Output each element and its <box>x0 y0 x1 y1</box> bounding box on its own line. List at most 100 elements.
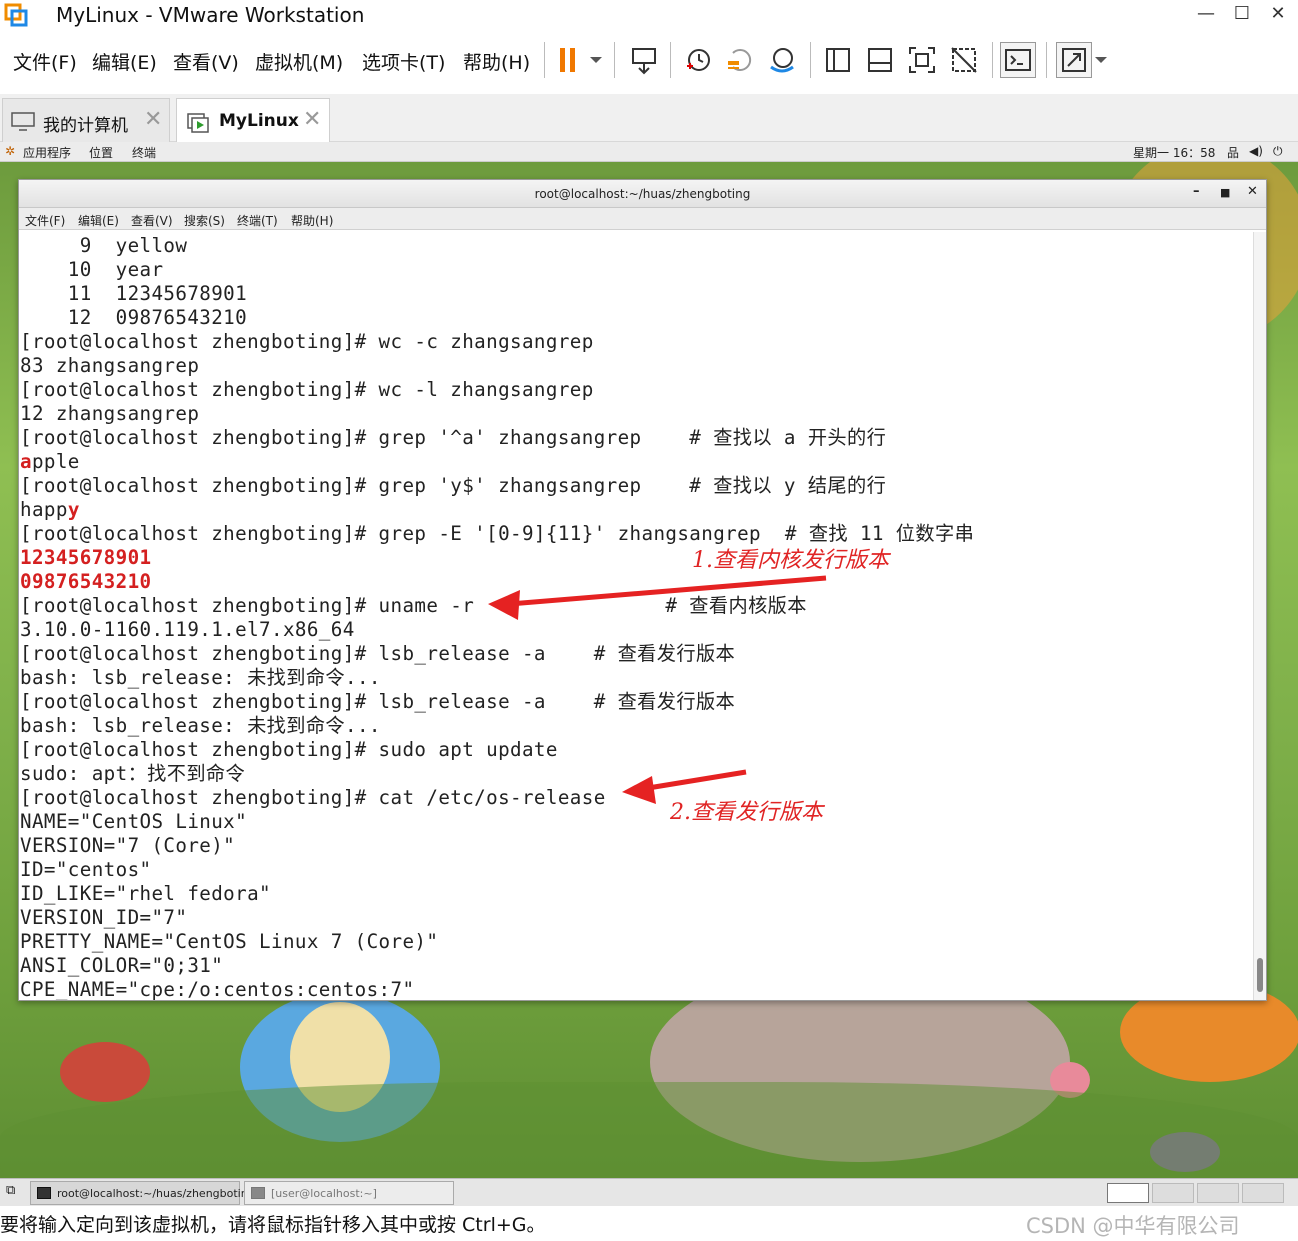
window-titlebar: MyLinux - VMware Workstation — ☐ ✕ <box>0 0 1298 30</box>
terminal-minimize-icon[interactable]: – <box>1193 184 1200 199</box>
minimize-button[interactable]: — <box>1188 0 1224 30</box>
guest-top-panel: ✲ 应用程序 位置 终端 星期一 16：58 品 ◀) ⏻ <box>0 142 1298 162</box>
snapshot-icon[interactable] <box>680 42 716 78</box>
panel-places[interactable]: 位置 <box>89 144 113 161</box>
vm-running-icon <box>187 113 209 133</box>
panel-terminal[interactable]: 终端 <box>132 144 156 161</box>
unity-icon[interactable] <box>946 42 982 78</box>
workspace-2[interactable] <box>1152 1183 1194 1203</box>
terminal-menu-terminal[interactable]: 终端(T) <box>237 212 278 229</box>
network-icon[interactable]: 品 <box>1227 144 1239 161</box>
full-screen-icon[interactable] <box>904 42 940 78</box>
terminal-menu-view[interactable]: 查看(V) <box>131 212 173 229</box>
terminal-line: [root@localhost zhengboting]# uname -r #… <box>20 594 807 617</box>
terminal-maximize-icon[interactable]: ■ <box>1220 186 1230 199</box>
workspace-4[interactable] <box>1242 1183 1284 1203</box>
taskbar-item-root-terminal[interactable]: root@localhost:~/huas/zhengboting <box>30 1181 255 1205</box>
revert-snapshot-icon[interactable] <box>722 42 758 78</box>
stretch-dropdown-chevron-icon[interactable] <box>1092 42 1110 78</box>
menu-vm[interactable]: 虚拟机(M) <box>255 48 343 75</box>
tab-close-icon[interactable]: ✕ <box>303 107 321 132</box>
terminal-line: bash: lsb_release: 未找到命令... <box>20 666 381 689</box>
guest-taskbar: ⧉ root@localhost:~/huas/zhengboting [use… <box>0 1178 1298 1206</box>
snapshot-manager-icon[interactable] <box>764 42 800 78</box>
menu-tabs[interactable]: 选项卡(T) <box>362 48 445 75</box>
pause-icon[interactable] <box>550 42 586 78</box>
console-view-icon[interactable] <box>1000 42 1036 78</box>
terminal-scrollbar[interactable] <box>1253 232 1266 1000</box>
panel-applications[interactable]: 应用程序 <box>23 144 71 161</box>
toolbar-separator <box>810 42 811 78</box>
gnome-foot-icon: ✲ <box>5 144 16 158</box>
terminal-title: root@localhost:~/huas/zhengboting <box>534 187 751 201</box>
scrollbar-thumb[interactable] <box>1257 958 1263 992</box>
terminal-line: NAME="CentOS Linux" <box>20 810 248 833</box>
tab-mylinux[interactable]: MyLinux ✕ <box>176 98 330 142</box>
terminal-line: 12 zhangsangrep <box>20 402 200 425</box>
power-icon[interactable]: ⏻ <box>1273 144 1283 159</box>
terminal-line: VERSION_ID="7" <box>20 906 188 929</box>
show-library-icon[interactable] <box>820 42 856 78</box>
menu-file[interactable]: 文件(F) <box>13 48 77 75</box>
terminal-menu-edit[interactable]: 编辑(E) <box>78 212 119 229</box>
terminal-window[interactable]: root@localhost:~/huas/zhengboting – ■ ✕ … <box>18 179 1267 1001</box>
panel-clock[interactable]: 星期一 16：58 <box>1133 144 1215 161</box>
terminal-titlebar[interactable]: root@localhost:~/huas/zhengboting – ■ ✕ <box>19 180 1266 208</box>
menu-toolbar: 文件(F) 编辑(E) 查看(V) 虚拟机(M) 选项卡(T) 帮助(H) <box>0 38 1298 82</box>
window-title: MyLinux - VMware Workstation <box>56 3 365 27</box>
match-highlight: y <box>67 498 80 521</box>
power-dropdown-chevron-icon[interactable] <box>584 42 608 78</box>
terminal-line: [root@localhost zhengboting]# lsb_releas… <box>20 690 736 713</box>
maximize-button[interactable]: ☐ <box>1224 0 1260 30</box>
close-button[interactable]: ✕ <box>1260 0 1296 30</box>
volume-icon[interactable]: ◀) <box>1249 144 1263 158</box>
terminal-line: [root@localhost zhengboting]# grep '^a' … <box>20 426 887 449</box>
terminal-line: [root@localhost zhengboting]# wc -c zhan… <box>20 330 594 353</box>
terminal-line: ID_LIKE="rhel fedora" <box>20 882 271 905</box>
match-rest: pple <box>31 450 80 473</box>
terminal-line: [root@localhost zhengboting]# sudo apt u… <box>20 738 558 761</box>
terminal-line: 83 zhangsangrep <box>20 354 200 377</box>
workspace-1[interactable] <box>1107 1183 1149 1203</box>
terminal-output[interactable]: 9 yellow 10 year 11 12345678901 12 09876… <box>20 232 1254 1000</box>
terminal-line: 10 year <box>20 258 164 281</box>
terminal-line: 11 12345678901 <box>20 282 248 305</box>
show-desktop-icon[interactable]: ⧉ <box>6 1183 15 1198</box>
terminal-line: sudo: apt：找不到命令 <box>20 762 246 785</box>
terminal-line-happy: happy <box>20 498 80 522</box>
match-highlight: a <box>20 450 32 473</box>
terminal-line: [root@localhost zhengboting]# wc -l zhan… <box>20 378 594 401</box>
terminal-menu-file[interactable]: 文件(F) <box>25 212 65 229</box>
terminal-line: bash: lsb_release: 未找到命令... <box>20 714 381 737</box>
terminal-line: ANSI_COLOR="0;31" <box>20 954 224 977</box>
vmware-logo-icon <box>4 3 28 27</box>
menu-view[interactable]: 查看(V) <box>173 48 239 75</box>
toolbar-separator <box>670 42 671 78</box>
workspace-3[interactable] <box>1197 1183 1239 1203</box>
terminal-line: CPE_NAME="cpe:/o:centos:centos:7" <box>20 978 415 1000</box>
menu-edit[interactable]: 编辑(E) <box>92 48 157 75</box>
send-ctrl-alt-del-icon[interactable] <box>626 42 662 78</box>
status-bar: 要将输入定向到该虚拟机，请将鼠标指针移入其中或按 Ctrl+G。 CSDN @中… <box>0 1206 1298 1241</box>
tab-bar: 我的计算机 ✕ MyLinux ✕ <box>0 94 1298 142</box>
thumbnail-bar-icon[interactable] <box>862 42 898 78</box>
terminal-line: VERSION="7 (Core)" <box>20 834 236 857</box>
terminal-menu-search[interactable]: 搜索(S) <box>184 212 225 229</box>
tab-close-icon[interactable]: ✕ <box>144 107 162 132</box>
terminal-line: PRETTY_NAME="CentOS Linux 7 (Core)" <box>20 930 439 953</box>
menu-help[interactable]: 帮助(H) <box>463 48 530 75</box>
terminal-close-icon[interactable]: ✕ <box>1247 184 1258 199</box>
toolbar-separator <box>614 42 615 78</box>
terminal-line-match: 09876543210 <box>20 570 152 593</box>
terminal-line: 3.10.0-1160.119.1.el7.x86_64 <box>20 618 355 641</box>
match-rest: happ <box>20 498 68 521</box>
taskbar-item-user-terminal[interactable]: [user@localhost:~] <box>244 1181 454 1205</box>
tab-label: MyLinux <box>219 111 299 131</box>
tab-label: 我的计算机 <box>43 116 128 136</box>
stretch-guest-icon[interactable] <box>1056 42 1092 78</box>
tab-my-computer[interactable]: 我的计算机 ✕ <box>2 98 170 142</box>
computer-icon <box>11 112 35 131</box>
toolbar-separator <box>544 42 545 78</box>
taskbar-item-label: [user@localhost:~] <box>271 1187 377 1200</box>
terminal-menu-help[interactable]: 帮助(H) <box>291 212 333 229</box>
